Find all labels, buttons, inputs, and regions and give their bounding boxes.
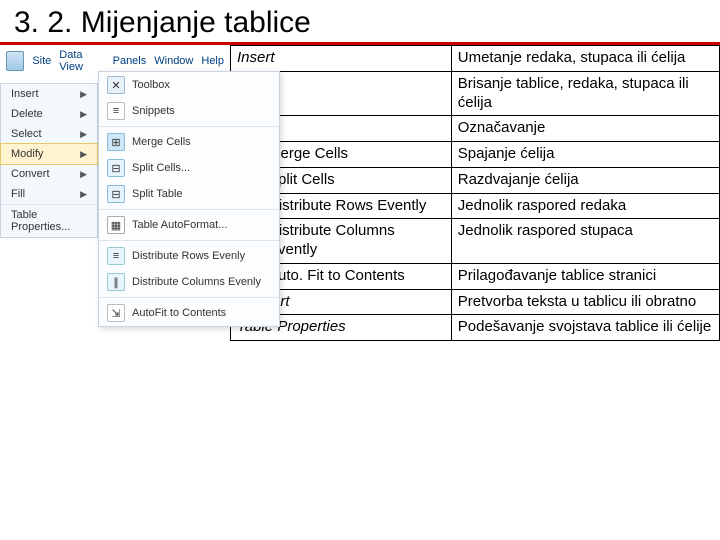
menu-modify[interactable]: Modify▶ (0, 143, 98, 165)
split-table-icon: ⊟ (107, 185, 125, 203)
desc-cell: Umetanje redaka, stupaca ili ćelija (451, 46, 719, 72)
autofit-icon: ⇲ (107, 304, 125, 322)
context-menu: Insert▶ Delete▶ Select▶ Modify▶ Convert▶… (0, 83, 98, 238)
cmd-cell: Insert (231, 46, 452, 72)
table-row: Modify Merge Cells Spajanje ćelija (231, 142, 720, 168)
menu-table-properties[interactable]: Table Properties... (1, 205, 97, 237)
submenu-autofit[interactable]: ⇲AutoFit to Contents (99, 300, 279, 326)
table-row: Table Properties Podešavanje svojstava t… (231, 315, 720, 341)
desc-cell: Podešavanje svojstava tablice ili ćelije (451, 315, 719, 341)
cols-icon: ∥ (107, 273, 125, 291)
cmd-cell: Merge Cells (262, 142, 452, 168)
table-row: Delete Brisanje tablice, redaka, stupaca… (231, 71, 720, 116)
table-icon (6, 51, 24, 71)
menu-help[interactable]: Help (201, 55, 224, 67)
chevron-right-icon: ▶ (80, 109, 87, 120)
table-autoformat-icon: ▦ (107, 216, 125, 234)
submenu-split-cells[interactable]: ⊟Split Cells... (99, 155, 279, 181)
chevron-right-icon: ▶ (80, 169, 87, 180)
chevron-right-icon: ▶ (80, 129, 87, 140)
snippets-icon: ≡ (107, 102, 125, 120)
toolbox-icon: ✕ (107, 76, 125, 94)
submenu-modify: ✕Toolbox ≡Snippets ⊞Merge Cells ⊟Split C… (98, 71, 280, 327)
table-row: Distribute Rows Evently Jednolik raspore… (231, 193, 720, 219)
screenshot-panel: Site Data View Panels Window Help Insert… (0, 45, 230, 341)
table-row: Split Cells Razdvajanje ćelija (231, 167, 720, 193)
submenu-split-table[interactable]: ⊟Split Table (99, 181, 279, 207)
cmd-cell: Distribute Rows Evently (262, 193, 452, 219)
submenu-distribute-rows[interactable]: ≡Distribute Rows Evenly (99, 243, 279, 269)
split-cells-icon: ⊟ (107, 159, 125, 177)
submenu-merge-cells[interactable]: ⊞Merge Cells (99, 129, 279, 155)
page-title: 3. 2. Mijenjanje tablice (0, 0, 720, 45)
desc-cell: Jednolik raspored stupaca (451, 219, 719, 264)
menu-dataview[interactable]: Data View (59, 49, 104, 73)
menu-insert[interactable]: Insert▶ (1, 84, 97, 104)
table-row: Convert Pretvorba teksta u tablicu ili o… (231, 289, 720, 315)
table-row: Auto. Fit to Contents Prilagođavanje tab… (231, 263, 720, 289)
desc-cell: Prilagođavanje tablice stranici (451, 263, 719, 289)
merge-cells-icon: ⊞ (107, 133, 125, 151)
submenu-autoformat[interactable]: ▦Table AutoFormat... (99, 212, 279, 238)
definitions-table: Insert Umetanje redaka, stupaca ili ćeli… (230, 45, 720, 341)
menu-select[interactable]: Select▶ (1, 124, 97, 144)
table-row: Distribute Columns Evently Jednolik rasp… (231, 219, 720, 264)
submenu-snippets[interactable]: ≡Snippets (99, 98, 279, 124)
cmd-cell: Split Cells (262, 167, 452, 193)
cmd-cell: Auto. Fit to Contents (262, 263, 452, 289)
desc-cell: Spajanje ćelija (451, 142, 719, 168)
desc-cell: Pretvorba teksta u tablicu ili obratno (451, 289, 719, 315)
rows-icon: ≡ (107, 247, 125, 265)
menu-convert[interactable]: Convert▶ (1, 164, 97, 184)
chevron-right-icon: ▶ (80, 149, 87, 160)
menu-delete[interactable]: Delete▶ (1, 104, 97, 124)
table-row: Select Označavanje (231, 116, 720, 142)
table-row: Insert Umetanje redaka, stupaca ili ćeli… (231, 46, 720, 72)
menu-site[interactable]: Site (32, 55, 51, 67)
chevron-right-icon: ▶ (80, 189, 87, 200)
desc-cell: Brisanje tablice, redaka, stupaca ili će… (451, 71, 719, 116)
submenu-toolbox[interactable]: ✕Toolbox (99, 72, 279, 98)
menu-panels[interactable]: Panels (113, 55, 147, 67)
desc-cell: Razdvajanje ćelija (451, 167, 719, 193)
submenu-distribute-cols[interactable]: ∥Distribute Columns Evenly (99, 269, 279, 295)
cmd-cell: Distribute Columns Evently (262, 219, 452, 264)
content: Site Data View Panels Window Help Insert… (0, 45, 720, 341)
menu-fill[interactable]: Fill▶ (1, 184, 97, 204)
desc-cell: Jednolik raspored redaka (451, 193, 719, 219)
chevron-right-icon: ▶ (80, 89, 87, 100)
menu-window[interactable]: Window (154, 55, 193, 67)
desc-cell: Označavanje (451, 116, 719, 142)
